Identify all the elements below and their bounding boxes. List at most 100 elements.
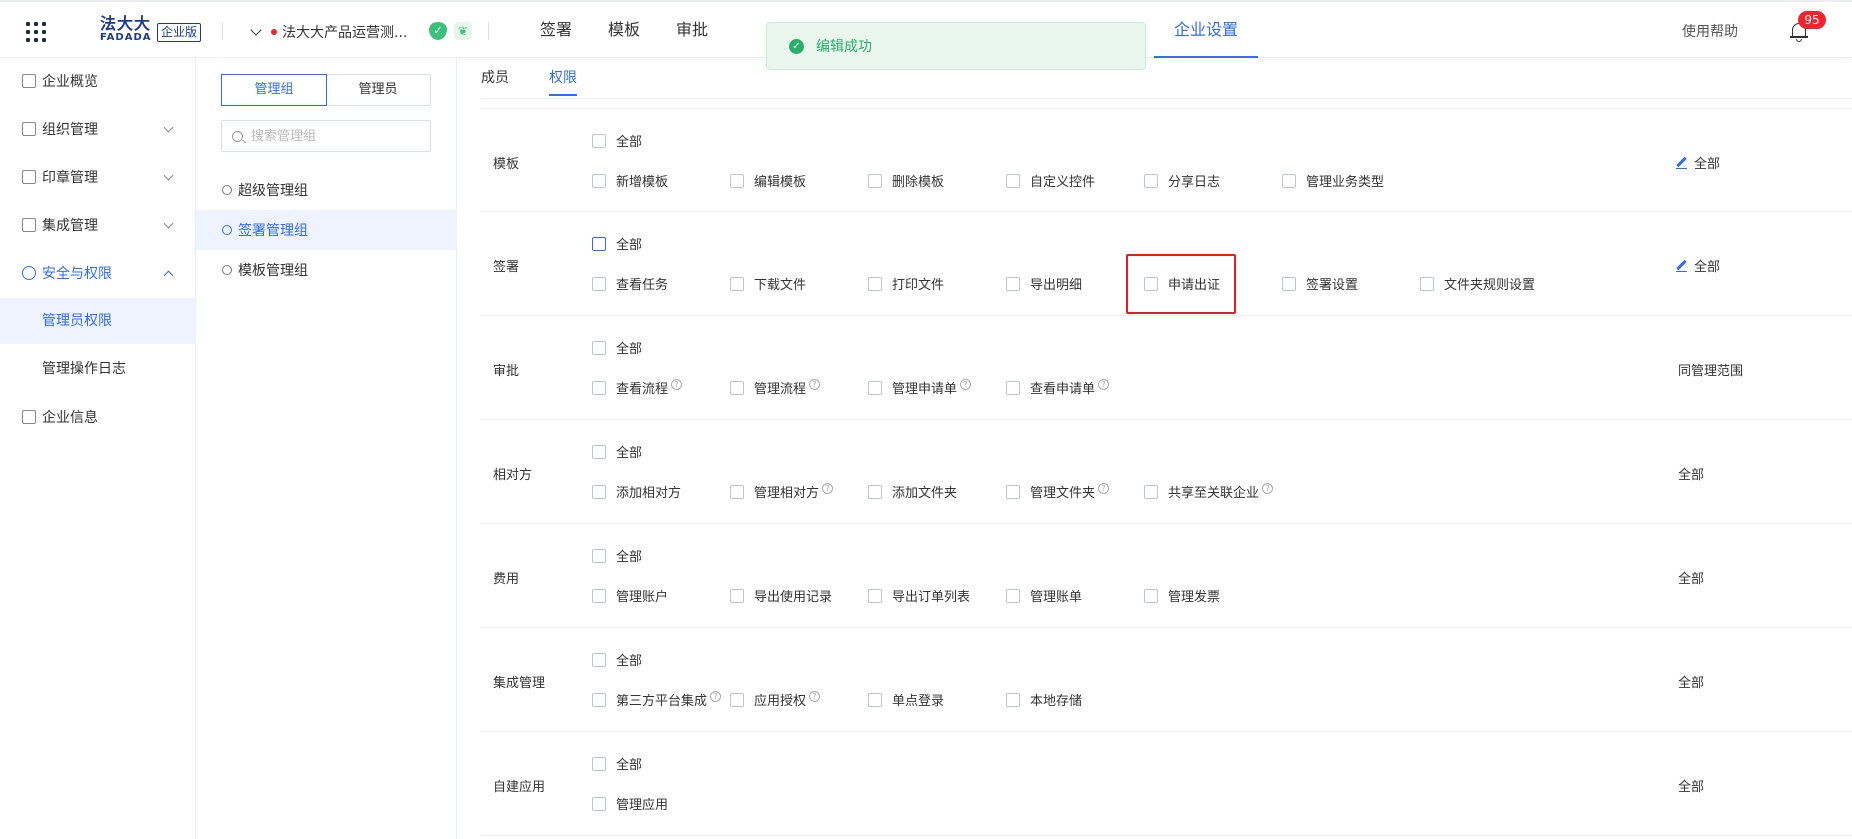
- nav-template[interactable]: 模板: [608, 2, 640, 58]
- nav-enterprise-settings[interactable]: 企业设置: [1154, 2, 1258, 58]
- chevron-down-icon: [250, 24, 262, 36]
- tab-admins[interactable]: 管理员: [326, 75, 430, 105]
- option-checkbox[interactable]: 管理文件夹?: [1006, 482, 1110, 501]
- company-switcher[interactable]: 法大大产品运营测...: [250, 21, 408, 43]
- help-icon[interactable]: ?: [710, 691, 722, 702]
- option-checkbox[interactable]: 管理业务类型: [1282, 171, 1384, 190]
- option-checkbox[interactable]: 管理流程?: [730, 378, 821, 397]
- select-all-checkbox[interactable]: 全部: [592, 754, 642, 773]
- option-checkbox[interactable]: 打印文件: [868, 274, 944, 293]
- help-icon[interactable]: ?: [822, 483, 834, 494]
- option-checkbox[interactable]: 签署设置: [1282, 274, 1358, 293]
- group-item-template[interactable]: 模板管理组: [196, 250, 457, 290]
- layers-icon: [22, 218, 36, 232]
- sidebar-subitem-admin-logs[interactable]: 管理操作日志: [0, 346, 196, 392]
- sidebar-item-organization[interactable]: 组织管理: [0, 106, 196, 152]
- nav-sign[interactable]: 签署: [540, 2, 572, 58]
- sidebar-item-security[interactable]: 安全与权限: [0, 250, 196, 296]
- option-checkbox[interactable]: 查看任务: [592, 274, 668, 293]
- select-all-checkbox[interactable]: 全部: [592, 650, 642, 669]
- option-checkbox[interactable]: 本地存储: [1006, 690, 1082, 709]
- option-checkbox[interactable]: 管理账单: [1006, 586, 1082, 605]
- option-checkbox[interactable]: 导出订单列表: [868, 586, 970, 605]
- row-label: 集成管理: [493, 676, 546, 691]
- eco-leaf-icon[interactable]: ❦: [454, 22, 472, 40]
- option-checkbox[interactable]: 导出使用记录: [730, 586, 832, 605]
- nav-approval[interactable]: 审批: [676, 2, 708, 58]
- chevron-up-icon: [163, 270, 174, 281]
- tab-admin-groups[interactable]: 管理组: [221, 74, 327, 106]
- option-checkbox[interactable]: 第三方平台集成?: [592, 690, 722, 709]
- group-item-label: 模板管理组: [238, 263, 308, 279]
- help-icon[interactable]: ?: [960, 379, 972, 390]
- verified-shield-icon[interactable]: ✓: [429, 22, 447, 40]
- sidebar-subitem-admin-permissions[interactable]: 管理员权限: [0, 298, 196, 344]
- tab-permissions[interactable]: 权限: [549, 58, 577, 98]
- option-checkbox[interactable]: 导出明细: [1006, 274, 1082, 293]
- option-checkbox[interactable]: 查看申请单?: [1006, 378, 1110, 397]
- chevron-down-icon: [163, 122, 174, 133]
- option-checkbox[interactable]: 查看流程?: [592, 378, 683, 397]
- sidebar: 企业概览 组织管理 印章管理 集成管理 安全与权限 管理员权限 管理操作日志 企…: [0, 58, 196, 839]
- row-label: 相对方: [493, 468, 533, 483]
- logo[interactable]: 法大大 FADADA: [100, 15, 156, 47]
- option-checkbox[interactable]: 管理账户: [592, 586, 668, 605]
- option-checkbox[interactable]: 添加相对方: [592, 482, 681, 501]
- help-icon[interactable]: ?: [671, 379, 683, 390]
- divider: [488, 22, 489, 40]
- option-checkbox[interactable]: 管理申请单?: [868, 378, 972, 397]
- group-panel: 管理组 管理员 超级管理组 签署管理组 模板管理组: [196, 58, 457, 839]
- help-link[interactable]: 使用帮助: [1682, 21, 1738, 41]
- select-all-checkbox[interactable]: 全部: [592, 234, 642, 253]
- group-item-sign[interactable]: 签署管理组: [196, 210, 457, 250]
- apps-grid-icon[interactable]: [26, 22, 46, 42]
- permissions-main: 成员 权限 模板 全部 新增模板 编辑模板 删除模板 自定义控件 分享日志 管理…: [458, 58, 1852, 839]
- option-checkbox[interactable]: 共享至关联企业?: [1144, 482, 1274, 501]
- option-checkbox[interactable]: 新增模板: [592, 171, 668, 190]
- option-checkbox[interactable]: 下载文件: [730, 274, 806, 293]
- permission-row-custom-apps: 自建应用 全部 管理应用 全部: [481, 732, 1852, 836]
- group-search-input[interactable]: [251, 128, 421, 144]
- option-checkbox[interactable]: 文件夹规则设置: [1420, 274, 1535, 293]
- select-all-checkbox[interactable]: 全部: [592, 131, 642, 150]
- option-checkbox[interactable]: 删除模板: [868, 171, 944, 190]
- option-checkbox[interactable]: 添加文件夹: [868, 482, 957, 501]
- tabs-divider: [481, 98, 1852, 99]
- help-icon[interactable]: ?: [1098, 379, 1110, 390]
- option-checkbox[interactable]: 管理相对方?: [730, 482, 834, 501]
- select-all-checkbox[interactable]: 全部: [592, 338, 642, 357]
- help-icon[interactable]: ?: [809, 691, 821, 702]
- group-item-super[interactable]: 超级管理组: [196, 170, 457, 210]
- group-type-toggle: 管理组 管理员: [221, 74, 431, 106]
- toast-message: 编辑成功: [816, 39, 872, 55]
- sidebar-item-integration[interactable]: 集成管理: [0, 202, 196, 248]
- option-checkbox[interactable]: 单点登录: [868, 690, 944, 709]
- help-icon[interactable]: ?: [809, 379, 821, 390]
- tab-members[interactable]: 成员: [481, 58, 509, 98]
- group-item-label: 签署管理组: [238, 223, 308, 239]
- option-checkbox[interactable]: 编辑模板: [730, 171, 806, 190]
- option-checkbox[interactable]: 管理应用: [592, 794, 668, 813]
- select-all-checkbox[interactable]: 全部: [592, 546, 642, 565]
- scope-value: 全部: [1678, 676, 1705, 691]
- sidebar-item-company-info[interactable]: 企业信息: [0, 394, 196, 440]
- help-icon[interactable]: ?: [1262, 483, 1274, 494]
- company-name: 法大大产品运营测...: [282, 25, 408, 41]
- help-icon[interactable]: ?: [1098, 483, 1110, 494]
- check-circle-icon: ✓: [789, 38, 804, 54]
- scope-value: 全部: [1678, 780, 1705, 795]
- sidebar-item-overview[interactable]: 企业概览: [0, 58, 196, 104]
- option-checkbox[interactable]: 应用授权?: [730, 690, 821, 709]
- chevron-down-icon: [163, 170, 174, 181]
- option-checkbox[interactable]: 自定义控件: [1006, 171, 1095, 190]
- notification-count-badge: 95: [1798, 11, 1826, 29]
- select-all-checkbox[interactable]: 全部: [592, 442, 642, 461]
- sidebar-item-seal[interactable]: 印章管理: [0, 154, 196, 200]
- scope-editor[interactable]: 全部: [1676, 153, 1720, 172]
- option-checkbox[interactable]: 分享日志: [1144, 171, 1220, 190]
- success-toast: ✓ 编辑成功: [766, 22, 1146, 70]
- permission-row-approval: 审批 全部 查看流程? 管理流程? 管理申请单? 查看申请单? 同管理范围: [481, 316, 1852, 420]
- option-checkbox[interactable]: 管理发票: [1144, 586, 1220, 605]
- scope-editor[interactable]: 全部: [1676, 256, 1720, 275]
- scope-value: 同管理范围: [1678, 364, 1744, 379]
